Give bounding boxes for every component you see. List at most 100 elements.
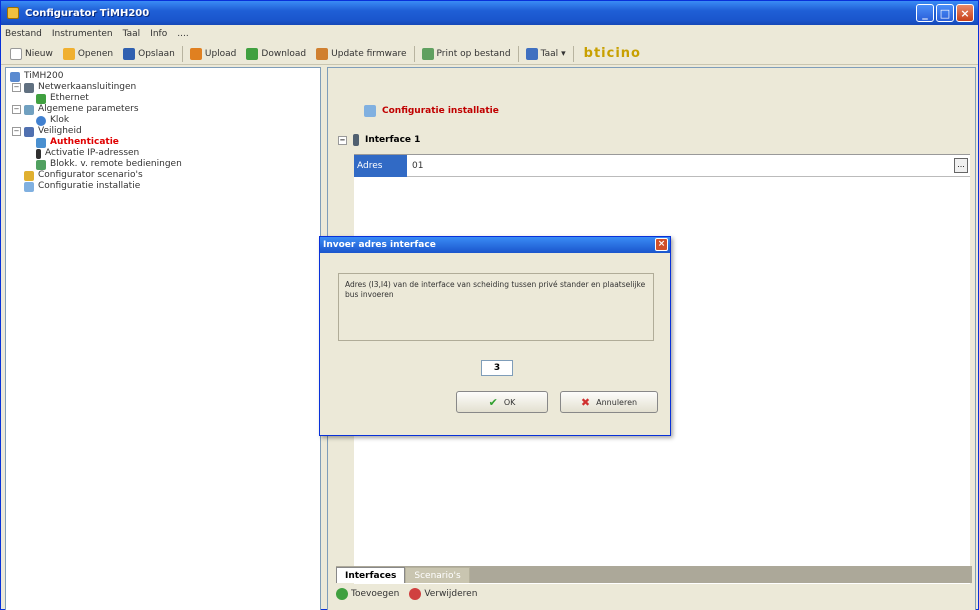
- check-icon: ✔: [488, 395, 498, 409]
- tree-item-scenarios[interactable]: Configurator scenario's: [10, 170, 316, 181]
- minimize-button[interactable]: _: [916, 4, 934, 22]
- tree-item-blokk[interactable]: Blokk. v. remote bedieningen: [10, 159, 316, 170]
- section-title: Configuratie installatie: [364, 105, 499, 117]
- print-label: Print op bestand: [436, 48, 511, 59]
- tree-item-activatie-ip[interactable]: Activatie IP-adressen: [10, 148, 316, 159]
- dialog-message: Adres (I3,I4) van de interface van schei…: [338, 273, 654, 341]
- tree-label: Netwerkaansluitingen: [38, 82, 137, 92]
- interface-header[interactable]: − Interface 1: [338, 134, 420, 146]
- add-label: Toevoegen: [351, 589, 400, 599]
- open-button[interactable]: Openen: [58, 44, 118, 64]
- property-value[interactable]: 01: [412, 155, 423, 177]
- language-icon: [525, 47, 538, 60]
- toolbar-separator: [181, 45, 183, 62]
- app-icon: [7, 7, 19, 19]
- update-label: Update firmware: [331, 48, 407, 59]
- collapse-icon[interactable]: −: [12, 127, 21, 136]
- download-icon: [246, 47, 259, 60]
- tree-label: Configuratie installatie: [38, 181, 141, 191]
- tree-item-netwerk[interactable]: − Netwerkaansluitingen: [10, 82, 316, 93]
- tree-item-klok[interactable]: Klok: [10, 115, 316, 126]
- remove-label: Verwijderen: [424, 589, 478, 599]
- toolbar-separator: [413, 45, 415, 62]
- tree-label: Ethernet: [50, 93, 89, 103]
- window-controls: _ □ ×: [916, 4, 974, 22]
- tree-label: Veiligheid: [38, 126, 82, 136]
- property-row-adres[interactable]: Adres 01 ...: [354, 155, 970, 177]
- menu-more[interactable]: ....: [177, 29, 188, 39]
- maximize-button[interactable]: □: [936, 4, 954, 22]
- upload-icon: [189, 47, 202, 60]
- download-label: Download: [261, 48, 307, 59]
- language-label: Taal: [540, 48, 559, 59]
- menu-info[interactable]: Info: [150, 29, 167, 39]
- tree-label: Algemene parameters: [38, 104, 139, 114]
- add-button[interactable]: Toevoegen: [336, 588, 399, 600]
- collapse-icon[interactable]: −: [12, 83, 21, 92]
- navigation-tree: TiMH200 − Netwerkaansluitingen Ethernet −…: [5, 67, 321, 610]
- ok-button[interactable]: ✔ OK: [456, 391, 548, 413]
- tree-item-configuratie[interactable]: Configuratie installatie: [10, 181, 316, 192]
- menu-taal[interactable]: Taal: [123, 29, 141, 39]
- cancel-button[interactable]: ✖ Annuleren: [560, 391, 658, 413]
- tab-interfaces[interactable]: Interfaces: [336, 567, 406, 583]
- device-icon: [10, 71, 20, 82]
- settings-icon: [24, 104, 34, 115]
- installation-icon: [24, 181, 34, 192]
- tree-label: Configurator scenario's: [38, 170, 143, 180]
- upload-label: Upload: [204, 48, 237, 59]
- ellipsis-button[interactable]: ...: [954, 158, 968, 173]
- chevron-down-icon: ▾: [561, 48, 566, 59]
- network-icon: [24, 82, 34, 93]
- brand-logo: bticino: [583, 46, 641, 61]
- security-icon: [24, 126, 34, 137]
- address-input[interactable]: 3: [481, 360, 513, 376]
- upload-button[interactable]: Upload: [185, 44, 242, 64]
- open-label: Openen: [77, 48, 114, 59]
- tree-item-ethernet[interactable]: Ethernet: [10, 93, 316, 104]
- menu-instrumenten[interactable]: Instrumenten: [52, 29, 113, 39]
- main-window: Configurator TiMH200 _ □ × Bestand Instr…: [0, 0, 979, 610]
- tab-bar: Interfaces Scenario's: [336, 566, 972, 583]
- toolbar-separator: [517, 45, 519, 62]
- folder-icon: [62, 47, 75, 60]
- interface-title: Interface 1: [365, 135, 421, 145]
- tab-scenarios[interactable]: Scenario's: [405, 567, 470, 583]
- print-icon: [421, 47, 434, 60]
- dialog-close-button[interactable]: ×: [655, 238, 668, 251]
- remove-icon: [409, 588, 422, 600]
- menu-bestand[interactable]: Bestand: [5, 29, 42, 39]
- save-button[interactable]: Opslaan: [118, 44, 180, 64]
- dialog-title-bar[interactable]: Invoer adres interface ×: [320, 237, 670, 253]
- ok-label: OK: [503, 397, 516, 407]
- menu-bar: Bestand Instrumenten Taal Info ....: [1, 25, 978, 43]
- collapse-icon[interactable]: −: [12, 105, 21, 114]
- ethernet-icon: [36, 93, 46, 104]
- collapse-icon[interactable]: −: [338, 135, 347, 145]
- update-firmware-button[interactable]: Update firmware: [311, 44, 411, 64]
- print-to-file-button[interactable]: Print op bestand: [417, 44, 516, 64]
- toolbar-separator: [572, 45, 574, 62]
- tree-item-authenticatie[interactable]: Authenticatie: [10, 137, 316, 148]
- remove-button[interactable]: Verwijderen: [409, 588, 477, 600]
- remote-icon: [36, 159, 46, 170]
- bottom-actions: Toevoegen Verwijderen: [336, 588, 477, 600]
- new-button[interactable]: Nieuw: [5, 44, 58, 64]
- tree-label: Klok: [50, 115, 70, 125]
- tree-label: Authenticatie: [50, 137, 119, 147]
- cancel-label: Annuleren: [596, 397, 638, 407]
- language-button[interactable]: Taal ▾: [521, 44, 571, 64]
- add-icon: [336, 588, 348, 600]
- new-file-icon: [10, 47, 22, 60]
- close-button[interactable]: ×: [956, 4, 974, 22]
- download-button[interactable]: Download: [241, 44, 311, 64]
- property-label: Adres: [354, 155, 407, 177]
- tree-root[interactable]: TiMH200: [10, 71, 316, 82]
- tree-label: Blokk. v. remote bedieningen: [50, 159, 182, 169]
- toolbar: Nieuw Openen Opslaan Upload Download Upd…: [1, 43, 978, 65]
- tree-item-algemene[interactable]: − Algemene parameters: [10, 104, 316, 115]
- tree-label: Activatie IP-adressen: [45, 148, 140, 158]
- title-bar[interactable]: Configurator TiMH200 _ □ ×: [1, 1, 978, 25]
- installation-icon: [364, 105, 376, 117]
- tree-item-veiligheid[interactable]: − Veiligheid: [10, 126, 316, 137]
